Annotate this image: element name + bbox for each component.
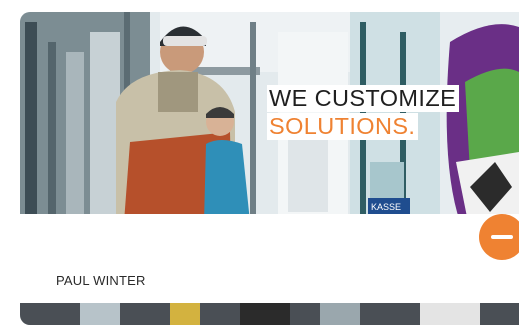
- headline: WE CUSTOMIZE SOLUTIONS.: [267, 85, 460, 140]
- article-card[interactable]: KASSE WE CUSTOMIZE SOLUTIONS. PAUL WINTE…: [20, 12, 519, 325]
- kasse-sign: KASSE: [371, 202, 401, 212]
- headline-line-2: SOLUTIONS.: [267, 113, 419, 140]
- expand-card-button[interactable]: [479, 214, 519, 260]
- card-info-panel: PAUL WINTER: [20, 214, 519, 303]
- author-name: PAUL WINTER: [56, 273, 146, 288]
- headline-line-1: WE CUSTOMIZE: [267, 85, 460, 112]
